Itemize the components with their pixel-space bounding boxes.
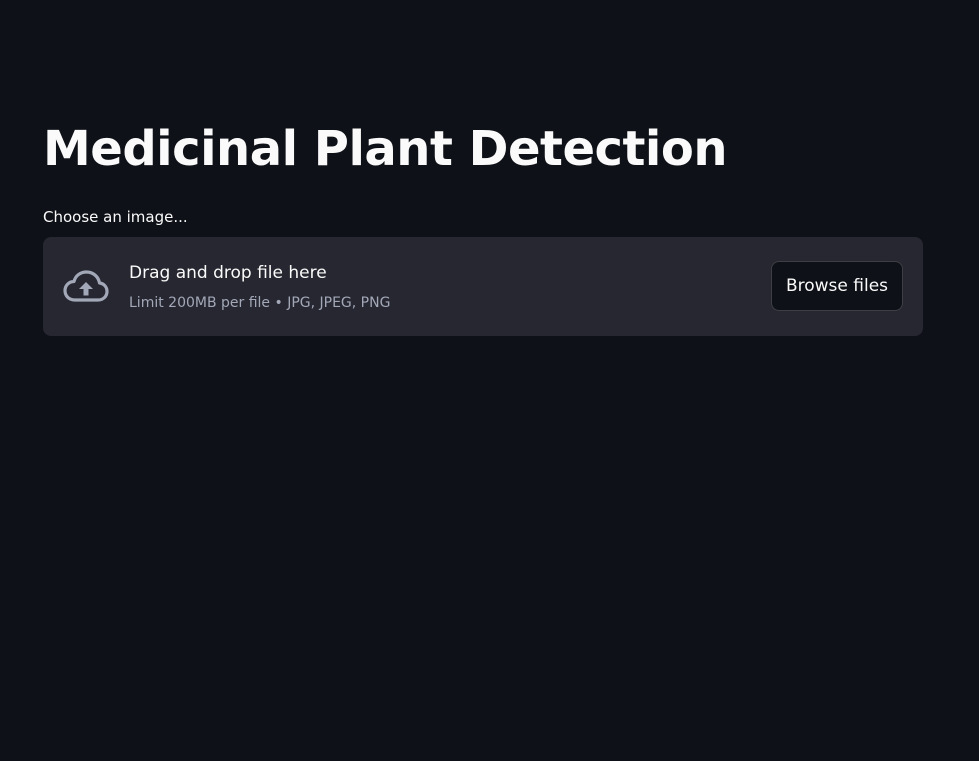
file-uploader-label: Choose an image... xyxy=(43,208,188,226)
page-title: Medicinal Plant Detection xyxy=(43,121,728,177)
cloud-upload-icon xyxy=(62,267,110,307)
app-main: Medicinal Plant Detection Choose an imag… xyxy=(0,0,979,761)
dropzone-limit-text: Limit 200MB per file • JPG, JPEG, PNG xyxy=(129,295,391,311)
file-dropzone[interactable]: Drag and drop file here Limit 200MB per … xyxy=(43,237,923,336)
browse-files-button[interactable]: Browse files xyxy=(771,261,903,311)
dropzone-instructions: Drag and drop file here xyxy=(129,263,327,283)
